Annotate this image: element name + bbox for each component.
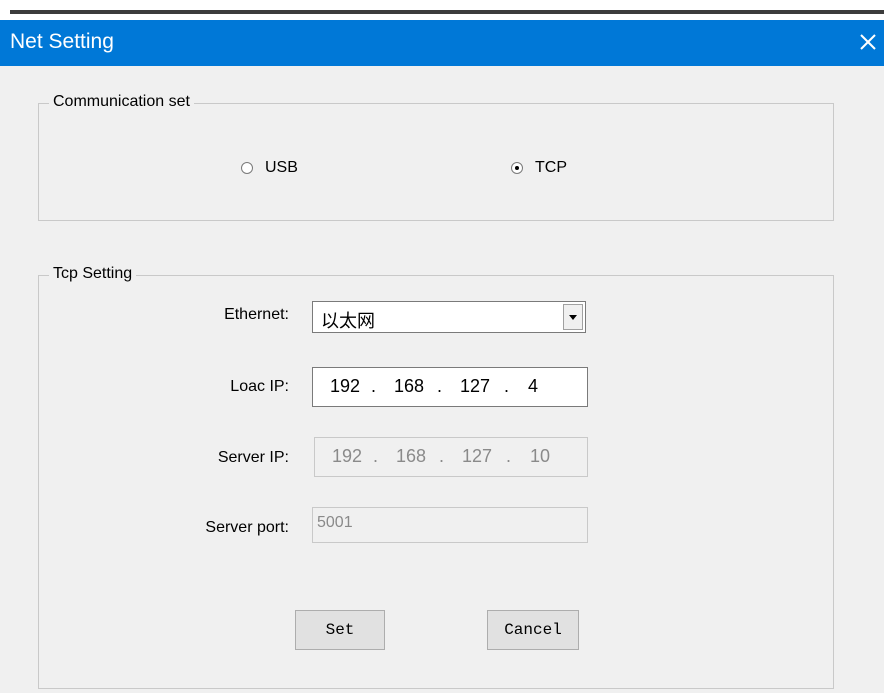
- local-ip-octet-3: 127: [459, 376, 491, 396]
- communication-legend: Communication set: [49, 93, 194, 111]
- server-ip-octet-2: 168: [395, 446, 427, 466]
- server-ip-octet-4: 10: [529, 446, 551, 466]
- ethernet-label: Ethernet:: [224, 306, 289, 323]
- ethernet-select-value: 以太网: [321, 311, 375, 331]
- server-ip-octet-3: 127: [461, 446, 493, 466]
- radio-usb[interactable]: USB: [241, 159, 298, 177]
- communication-group: Communication set USB TCP: [38, 93, 834, 221]
- server-ip-octet-1: 192: [331, 446, 363, 466]
- radio-tcp-label: TCP: [535, 159, 567, 176]
- radio-usb-label: USB: [265, 159, 298, 176]
- server-port-input[interactable]: 5001: [312, 507, 588, 543]
- close-icon[interactable]: [853, 27, 883, 57]
- ip-dot: .: [439, 446, 445, 466]
- ip-dot: .: [504, 376, 510, 396]
- server-port-label: Server port:: [205, 519, 289, 536]
- radio-usb-circle[interactable]: [241, 162, 253, 174]
- server-port-value: 5001: [317, 514, 353, 531]
- local-ip-octet-2: 168: [393, 376, 425, 396]
- set-button[interactable]: Set: [295, 610, 385, 650]
- window-title: Net Setting: [10, 30, 114, 53]
- top-strip-line: [10, 10, 884, 14]
- top-strip: [0, 0, 884, 20]
- ethernet-select[interactable]: 以太网: [312, 301, 586, 333]
- ip-dot: .: [371, 376, 377, 396]
- ip-dot: .: [437, 376, 443, 396]
- local-ip-label: Loac IP:: [230, 378, 289, 395]
- tcp-setting-group: Tcp Setting Ethernet: 以太网 Loac IP: 192 .…: [38, 265, 834, 689]
- title-bar[interactable]: Net Setting: [0, 20, 884, 66]
- tcp-setting-legend: Tcp Setting: [49, 265, 137, 283]
- local-ip-octet-4: 4: [527, 376, 538, 396]
- radio-tcp-circle[interactable]: [511, 162, 523, 174]
- chevron-down-icon[interactable]: [563, 304, 583, 330]
- ip-dot: .: [373, 446, 379, 466]
- cancel-button[interactable]: Cancel: [487, 610, 579, 650]
- radio-tcp[interactable]: TCP: [511, 159, 567, 177]
- local-ip-octet-1: 192: [329, 376, 361, 396]
- local-ip-input[interactable]: 192 . 168 . 127 . 4: [312, 367, 588, 407]
- ip-dot: .: [506, 446, 512, 466]
- server-ip-label: Server IP:: [217, 449, 289, 466]
- server-ip-input[interactable]: 192 . 168 . 127 . 10: [314, 437, 588, 477]
- dialog-body: Communication set USB TCP Tcp Setting Et…: [0, 66, 884, 693]
